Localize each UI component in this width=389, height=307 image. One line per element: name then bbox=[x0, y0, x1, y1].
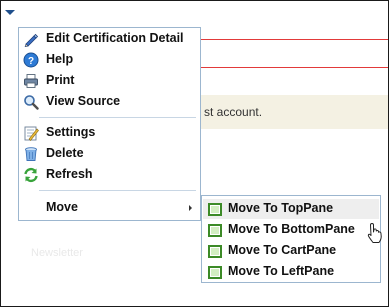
submenu-arrow-icon bbox=[189, 205, 192, 211]
refresh-icon bbox=[24, 167, 38, 183]
menu-item-label: Delete bbox=[46, 146, 84, 160]
pencil-icon bbox=[24, 33, 39, 47]
menu-item-delete[interactable]: Delete bbox=[19, 144, 200, 164]
menu-item-refresh[interactable]: Refresh bbox=[19, 165, 200, 185]
menu-item-print[interactable]: Print bbox=[19, 71, 200, 91]
context-menu: Edit Certification Detail ? Help Print V… bbox=[18, 27, 201, 221]
menu-toggle-arrow-icon[interactable] bbox=[5, 10, 15, 15]
red-rule-top bbox=[201, 39, 388, 40]
menu-item-settings[interactable]: Settings bbox=[19, 123, 200, 143]
background-banner-text: st account. bbox=[204, 105, 263, 119]
svg-text:?: ? bbox=[28, 56, 34, 67]
menu-item-label: Help bbox=[46, 52, 74, 66]
pane-icon bbox=[208, 203, 222, 216]
menu-item-label: Move bbox=[46, 200, 78, 214]
settings-icon bbox=[24, 126, 39, 141]
menu-item-move[interactable]: Move bbox=[19, 198, 200, 218]
submenu-item-label: Move To CartPane bbox=[228, 243, 337, 257]
trash-icon bbox=[25, 147, 37, 161]
submenu-item-move-to-cartpane[interactable]: Move To CartPane bbox=[203, 241, 379, 261]
background-faded-text: Newsletter bbox=[31, 247, 83, 259]
menu-separator bbox=[39, 190, 196, 191]
menu-item-label: Refresh bbox=[46, 167, 93, 181]
pane-icon bbox=[208, 266, 222, 279]
background-banner: st account. bbox=[201, 95, 388, 129]
submenu-item-label: Move To LeftPane bbox=[228, 264, 335, 278]
menu-item-help[interactable]: ? Help bbox=[19, 50, 200, 70]
submenu-item-move-to-toppane[interactable]: Move To TopPane bbox=[203, 199, 379, 219]
pane-icon bbox=[208, 245, 222, 258]
screenshot-frame: st account. Newsletter Edit Certificatio… bbox=[0, 0, 389, 307]
menu-separator bbox=[39, 117, 196, 118]
submenu-item-move-to-leftpane[interactable]: Move To LeftPane bbox=[203, 262, 379, 282]
pane-icon bbox=[208, 224, 222, 237]
submenu-item-label: Move To TopPane bbox=[228, 201, 334, 215]
magnifier-icon bbox=[24, 95, 39, 110]
submenu-item-move-to-bottompane[interactable]: Move To BottomPane bbox=[203, 220, 379, 240]
printer-icon bbox=[24, 74, 38, 88]
move-submenu: Move To TopPane Move To BottomPane Move … bbox=[201, 195, 381, 283]
submenu-item-label: Move To BottomPane bbox=[228, 222, 355, 236]
hand-cursor-icon bbox=[367, 223, 382, 243]
help-icon: ? bbox=[23, 52, 39, 68]
menu-item-view-source[interactable]: View Source bbox=[19, 92, 200, 112]
menu-item-label: Edit Certification Detail bbox=[46, 31, 184, 45]
red-rule-bottom bbox=[201, 67, 388, 68]
menu-item-edit-certification-detail[interactable]: Edit Certification Detail bbox=[19, 29, 200, 49]
menu-item-label: View Source bbox=[46, 94, 121, 108]
menu-item-label: Settings bbox=[46, 125, 96, 139]
menu-item-label: Print bbox=[46, 73, 75, 87]
